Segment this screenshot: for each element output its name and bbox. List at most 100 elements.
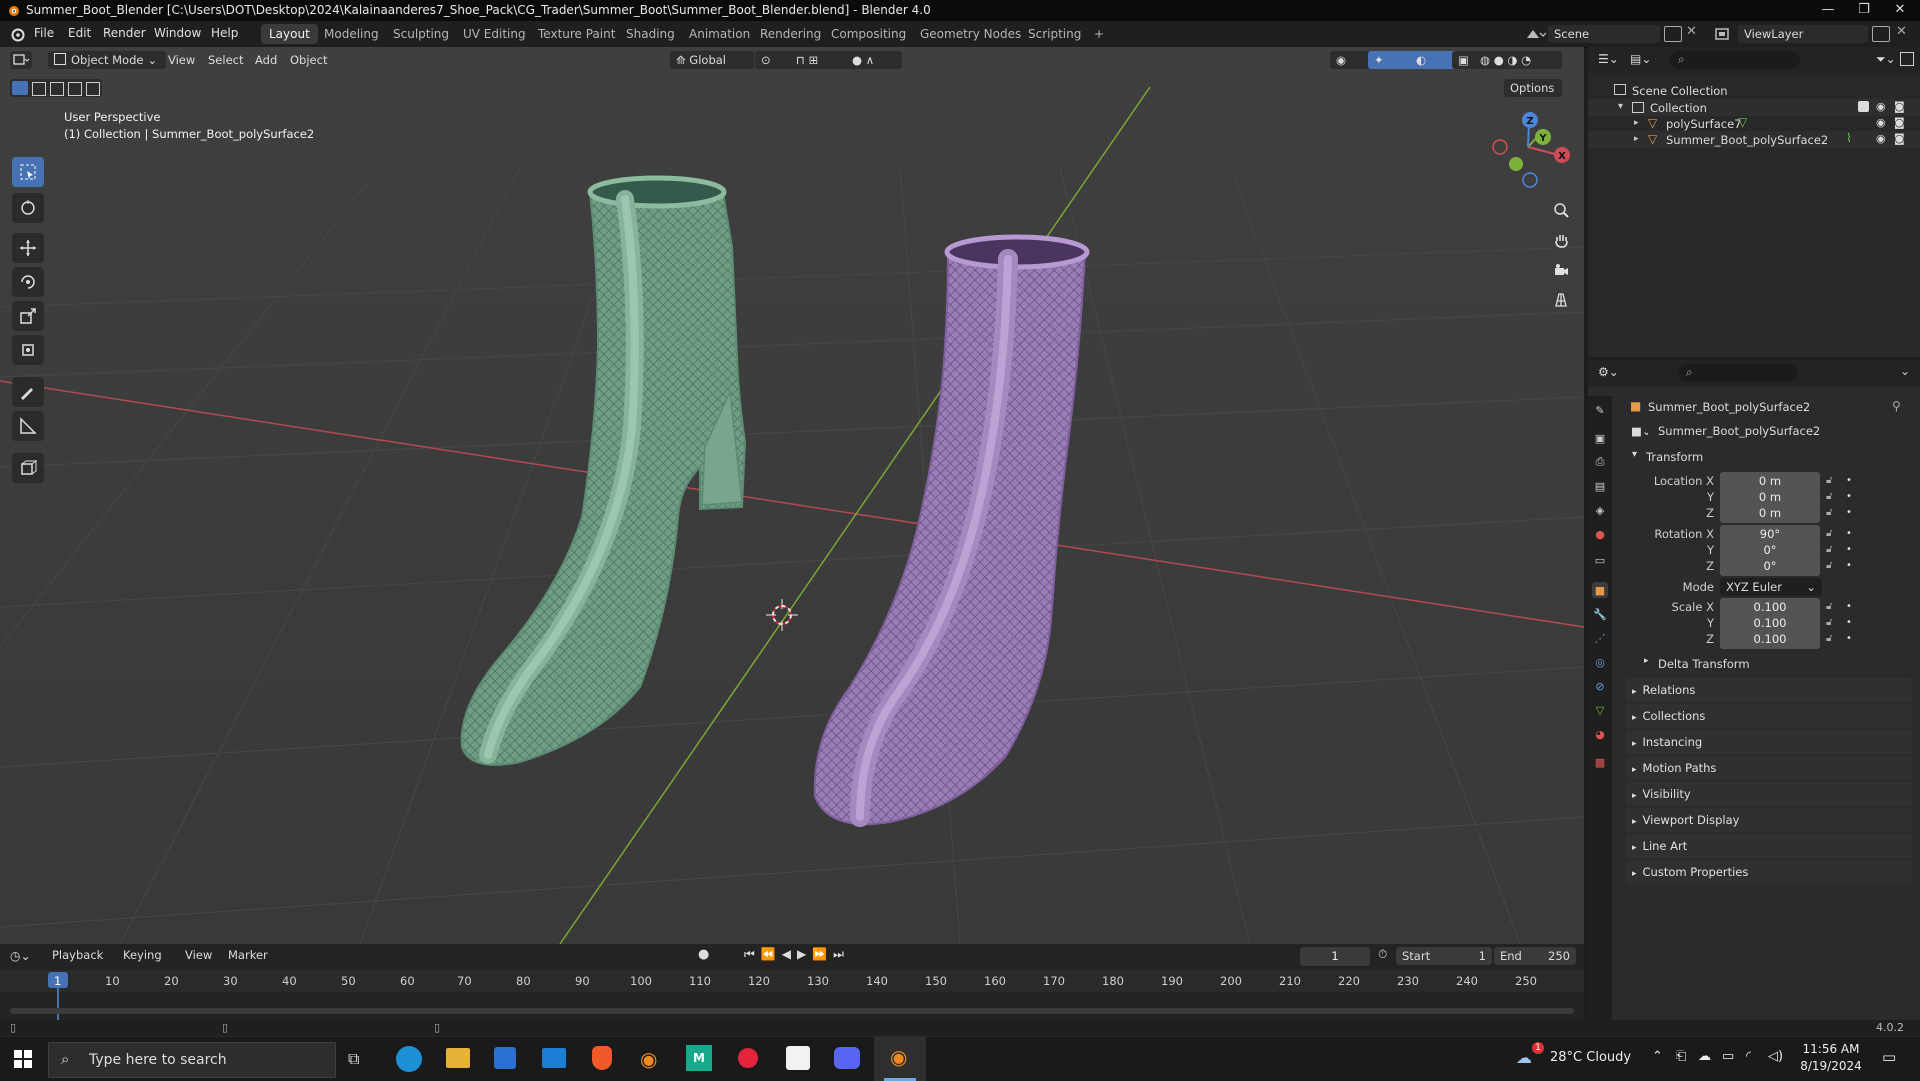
modifier-tab-icon[interactable]: 🔧 (1592, 606, 1608, 622)
tab-animation[interactable]: Animation (681, 24, 758, 44)
proportional-edit-icon[interactable]: ● ∧ (846, 51, 902, 69)
transform-panel-header[interactable]: ▾ Transform (1628, 446, 1912, 468)
task-view-icon[interactable]: ⧉ (348, 1049, 359, 1069)
outliner-row-summer-boot[interactable]: ▸ ▽ Summer_Boot_polySurface2 ⌇ ◉ ◙ (1588, 131, 1920, 148)
rotation-mode-dropdown[interactable]: XYZ Euler ⌄ (1720, 578, 1822, 596)
lock-icons-scale[interactable]: 🔓︎ 🔓︎ 🔓︎ (1826, 599, 1832, 647)
chevron-down-icon[interactable]: ⌄ (1900, 364, 1910, 378)
keyframe-dots-scale[interactable]: • • • (1846, 599, 1852, 647)
zoom-icon[interactable] (1548, 197, 1574, 223)
select-extend-icon[interactable] (32, 82, 46, 96)
add-workspace-button[interactable]: + (1086, 24, 1112, 44)
scale-z-field[interactable]: 0.100 (1720, 630, 1820, 649)
tab-uv-editing[interactable]: UV Editing (455, 24, 534, 44)
viewport-menu-object[interactable]: Object (290, 53, 327, 67)
display-mode-icon[interactable]: ▤⌄ (1630, 52, 1651, 66)
weather-cloud-icon[interactable]: ☁ (1516, 1048, 1532, 1067)
menu-render[interactable]: Render (103, 26, 146, 40)
timeline-editor-type-icon[interactable]: ◷⌄ (10, 949, 31, 963)
panel-instancing[interactable]: ▸ Instancing (1626, 730, 1912, 754)
tab-layout[interactable]: Layout (261, 24, 318, 44)
new-collection-icon[interactable] (1900, 52, 1914, 66)
properties-search-input[interactable]: ⌕ (1678, 364, 1798, 382)
outliner-row-collection[interactable]: ▾ Collection ◉ ◙ (1588, 99, 1920, 116)
exclude-checkbox-icon[interactable] (1858, 101, 1869, 112)
annotate-tool-icon[interactable] (12, 377, 44, 407)
collection-tab-icon[interactable]: ▭ (1592, 552, 1608, 568)
close-button[interactable]: ✕ (1890, 2, 1910, 17)
menu-window[interactable]: Window (154, 26, 201, 40)
microsoft-store-icon[interactable] (494, 1047, 516, 1069)
delete-view-layer-icon[interactable]: ✕ (1896, 24, 1907, 39)
timeline-scrollbar[interactable] (10, 1008, 1574, 1014)
tool-tab-icon[interactable]: ✎ (1592, 402, 1608, 418)
zbrush-icon[interactable] (786, 1046, 810, 1070)
panel-collections[interactable]: ▸ Collections (1626, 704, 1912, 728)
cursor-tool-icon[interactable] (12, 193, 44, 223)
rotate-tool-icon[interactable] (12, 267, 44, 297)
scale-tool-icon[interactable] (12, 301, 44, 331)
gizmo-toggle-icon[interactable]: ✦ (1368, 51, 1416, 69)
brave-browser-icon[interactable] (592, 1046, 612, 1070)
taskbar-search-box[interactable]: ⌕ Type here to search (48, 1042, 336, 1078)
start-frame-field[interactable]: Start 1 (1396, 947, 1492, 965)
eye-icon[interactable]: ◉ (1876, 100, 1886, 113)
editor-type-icon[interactable] (10, 51, 32, 69)
pivot-point-icon[interactable]: ⊙ (755, 51, 795, 69)
view-layer-name-field[interactable]: ViewLayer (1738, 25, 1868, 43)
timeline-menu-view[interactable]: View (185, 948, 212, 962)
panel-viewport-display[interactable]: ▸ Viewport Display (1626, 808, 1912, 832)
constraints-tab-icon[interactable]: ⊘ (1592, 678, 1608, 694)
camera-render-icon[interactable]: ◙ (1894, 116, 1905, 129)
timeline-menu-playback[interactable]: Playback (52, 948, 103, 962)
overlays-toggle-icon[interactable]: ◐ (1410, 51, 1458, 69)
object-browse-icon[interactable]: ■⌄ (1628, 422, 1648, 440)
panel-motion-paths[interactable]: ▸ Motion Paths (1626, 756, 1912, 780)
clock-time[interactable]: 11:56 AM (1796, 1042, 1866, 1056)
panel-visibility[interactable]: ▸ Visibility (1626, 782, 1912, 806)
render-tab-icon[interactable]: ▣ (1592, 430, 1608, 446)
camera-render-icon[interactable]: ◙ (1894, 100, 1905, 113)
pin-icon[interactable]: ⚲ (1892, 399, 1901, 413)
chevron-up-icon[interactable]: ⌃ (1652, 1049, 1663, 1064)
timeline-menu-keying[interactable]: Keying (123, 948, 162, 962)
object-mode-dropdown[interactable]: Object Mode ⌄ (48, 51, 166, 69)
material-tab-icon[interactable]: ◕ (1592, 726, 1608, 742)
shading-mode-icons[interactable]: ◍ ● ◑ ◔ (1474, 51, 1562, 69)
blender-active-taskbar-button[interactable]: ◉ (874, 1037, 926, 1081)
select-subtract-icon[interactable] (50, 82, 64, 96)
camera-view-icon[interactable] (1548, 257, 1574, 283)
selection-mode-buttons[interactable] (10, 79, 102, 97)
world-tab-icon[interactable]: ● (1592, 526, 1608, 542)
timeline-ruler[interactable]: 1 10 20 30 40 50 60 70 80 90 100 110 120… (0, 970, 1584, 1022)
view-layer-tab-icon[interactable]: ▤ (1592, 478, 1608, 494)
snap-toggle-icon[interactable]: ⊓ ⊞ (790, 51, 852, 69)
maximize-button[interactable]: ❐ (1854, 2, 1874, 17)
outliner-editor-type-icon[interactable]: ☰⌄ (1598, 52, 1619, 66)
options-dropdown[interactable]: Options (1504, 79, 1562, 97)
file-explorer-icon[interactable] (446, 1048, 470, 1068)
clock-date[interactable]: 8/19/2024 (1796, 1059, 1866, 1073)
select-intersect-icon[interactable] (86, 82, 100, 96)
cloud-tray-icon[interactable]: ☁ (1698, 1049, 1711, 1064)
record-keyframe-icon[interactable]: ● (698, 947, 709, 962)
authy-icon[interactable] (738, 1048, 758, 1068)
lock-icons-rotation[interactable]: 🔓︎ 🔓︎ 🔓︎ (1826, 526, 1832, 574)
tab-geometry-nodes[interactable]: Geometry Nodes (912, 24, 1029, 44)
object-name-field[interactable]: Summer_Boot_polySurface2 (1652, 422, 1904, 440)
select-new-icon[interactable] (12, 81, 28, 95)
transform-tool-icon[interactable] (12, 335, 44, 365)
blender-menu-icon[interactable] (8, 26, 26, 42)
notification-center-icon[interactable]: ▭ (1882, 1048, 1896, 1066)
menu-edit[interactable]: Edit (68, 26, 91, 40)
scene-name-field[interactable]: Scene (1548, 25, 1660, 43)
panel-relations[interactable]: ▸ Relations (1626, 678, 1912, 702)
playback-controls[interactable]: ⏮⏪◀▶⏩⏭ (744, 947, 850, 962)
wifi-icon[interactable]: ◜ (1746, 1049, 1751, 1064)
tab-rendering[interactable]: Rendering (752, 24, 829, 44)
windows-start-icon[interactable] (14, 1050, 32, 1068)
new-scene-icon[interactable] (1664, 26, 1682, 42)
scene-selector-icon[interactable] (1524, 26, 1546, 42)
location-z-field[interactable]: 0 m (1720, 504, 1820, 523)
move-tool-icon[interactable] (12, 233, 44, 263)
